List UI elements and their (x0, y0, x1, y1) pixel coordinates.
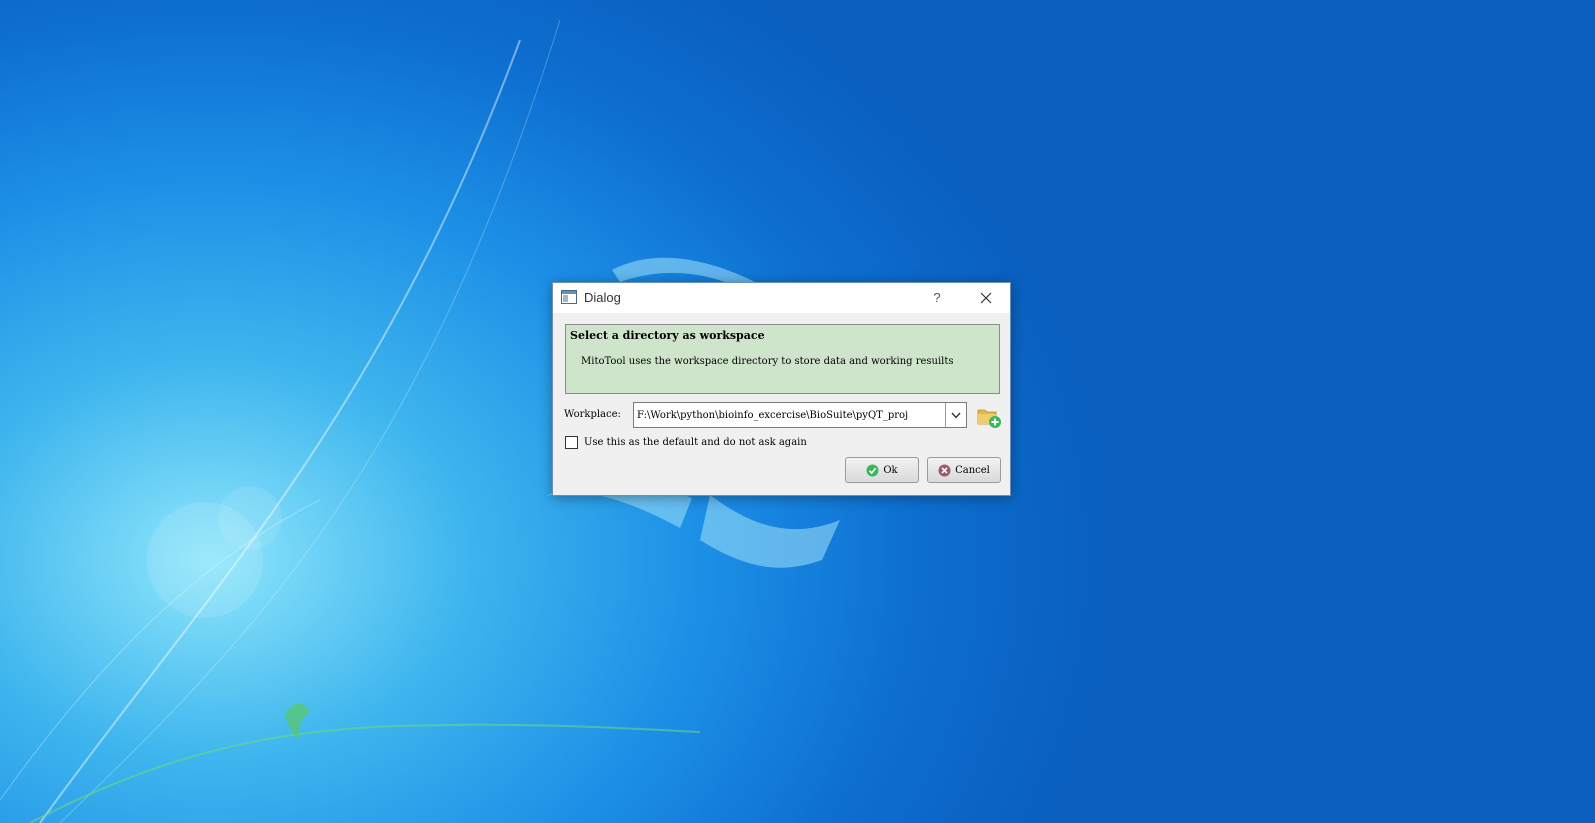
workspace-dialog: Dialog ? Select a directory as workspace… (552, 282, 1011, 496)
info-title: Select a directory as workspace (570, 329, 765, 342)
chevron-down-icon (951, 412, 961, 419)
cancel-button[interactable]: Cancel (927, 457, 1001, 483)
help-button[interactable]: ? (925, 287, 949, 309)
info-description: MitoTool uses the workspace directory to… (581, 356, 954, 367)
workspace-dropdown-button[interactable] (945, 403, 966, 427)
workspace-path-input[interactable] (634, 403, 945, 427)
add-folder-icon[interactable] (976, 403, 1002, 429)
default-checkbox-label[interactable]: Use this as the default and do not ask a… (584, 437, 807, 448)
cancel-icon (938, 464, 951, 476)
default-checkbox[interactable] (565, 436, 578, 449)
ok-button-label: Ok (883, 464, 898, 476)
bird-decoration (285, 703, 310, 740)
title-bar: Dialog ? (553, 283, 1010, 313)
default-option-row: Use this as the default and do not ask a… (565, 436, 807, 449)
app-window-icon (561, 290, 577, 304)
workspace-combobox[interactable] (633, 402, 967, 428)
cancel-button-label: Cancel (955, 464, 990, 476)
close-icon (980, 292, 992, 304)
ok-button[interactable]: Ok (845, 457, 919, 483)
close-button[interactable] (971, 286, 1001, 310)
window-title: Dialog (584, 290, 621, 305)
info-panel: Select a directory as workspace MitoTool… (565, 324, 1000, 394)
workspace-label: Workplace: (564, 409, 621, 420)
check-icon (866, 464, 879, 476)
